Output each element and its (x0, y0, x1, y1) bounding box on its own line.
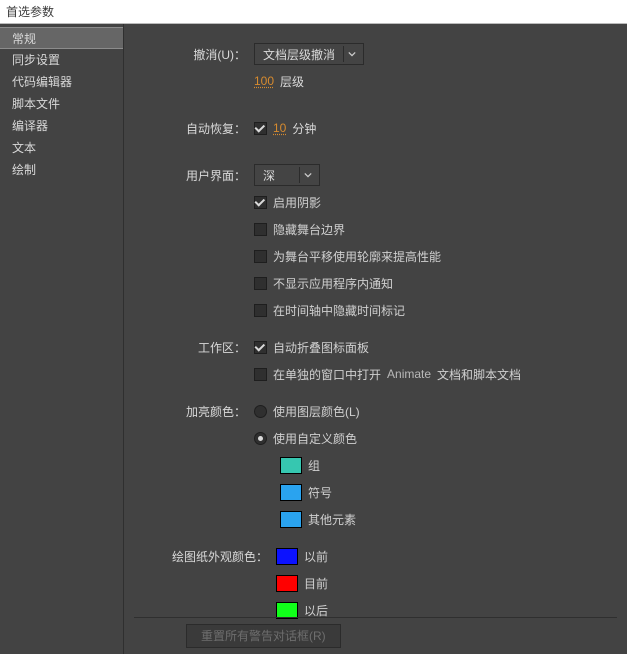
onion-label: 绘图纸外观颜色： (134, 548, 276, 565)
sidebar-item-text[interactable]: 文本 (0, 137, 123, 159)
highlight-swatch-label: 其他元素 (308, 511, 356, 528)
ui-opt-label: 隐藏舞台边界 (273, 221, 345, 238)
chevron-down-icon (299, 167, 315, 183)
undo-levels-unit: 层级 (280, 73, 304, 90)
onion-swatch-before[interactable] (276, 548, 298, 565)
undo-levels-input[interactable]: 100 (254, 74, 274, 88)
ui-opt-hide-stage-border-checkbox[interactable] (254, 223, 267, 236)
ui-opt-label: 在时间轴中隐藏时间标记 (273, 302, 405, 319)
auto-recovery-checkbox[interactable] (254, 122, 267, 135)
auto-recovery-unit: 分钟 (292, 120, 316, 137)
sidebar-item-label: 同步设置 (12, 53, 60, 67)
sidebar-item-code-editor[interactable]: 代码编辑器 (0, 71, 123, 93)
onion-swatch-label: 目前 (304, 575, 328, 592)
ui-label: 用户界面： (134, 167, 254, 184)
ui-opt-hide-time-marks-checkbox[interactable] (254, 304, 267, 317)
divider (134, 617, 617, 618)
highlight-swatch-other[interactable] (280, 511, 302, 528)
ui-opt-label: 为舞台平移使用轮廓来提高性能 (273, 248, 441, 265)
ui-theme-value: 深 (263, 167, 275, 184)
workspace-opt-suffix: 文档和脚本文档 (437, 366, 521, 383)
ui-opt-shadow-checkbox[interactable] (254, 196, 267, 209)
auto-recovery-input[interactable]: 10 (273, 121, 286, 135)
sidebar: 常规 同步设置 代码编辑器 脚本文件 编译器 文本 绘制 (0, 24, 124, 654)
chevron-down-icon (343, 46, 359, 62)
preferences-window: 首选参数 常规 同步设置 代码编辑器 脚本文件 编译器 文本 绘制 撤消(U)：… (0, 0, 627, 654)
window-title: 首选参数 (0, 0, 627, 24)
onion-swatch-current[interactable] (276, 575, 298, 592)
undo-select-value: 文档层级撤消 (263, 46, 335, 63)
workspace-opt-app: Animate (387, 367, 431, 381)
workspace-opt-prefix: 在单独的窗口中打开 (273, 366, 381, 383)
ui-opt-hide-notifications-checkbox[interactable] (254, 277, 267, 290)
highlight-swatch-label: 符号 (308, 484, 332, 501)
highlight-swatch-symbol[interactable] (280, 484, 302, 501)
sidebar-item-sync[interactable]: 同步设置 (0, 49, 123, 71)
onion-swatch-label: 以前 (304, 548, 328, 565)
reset-warnings-button[interactable]: 重置所有警告对话框(R) (186, 624, 341, 648)
undo-label: 撤消(U)： (134, 46, 254, 63)
ui-theme-select[interactable]: 深 (254, 164, 320, 186)
workspace-opt-label: 自动折叠图标面板 (273, 339, 369, 356)
onion-swatch-label: 以后 (304, 602, 328, 619)
window-body: 常规 同步设置 代码编辑器 脚本文件 编译器 文本 绘制 撤消(U)： 文档层级… (0, 24, 627, 654)
sidebar-item-label: 常规 (12, 32, 36, 46)
sidebar-item-general[interactable]: 常规 (0, 27, 123, 49)
highlight-layer-color-radio[interactable] (254, 405, 267, 418)
sidebar-item-label: 绘制 (12, 163, 36, 177)
sidebar-item-label: 文本 (12, 141, 36, 155)
ui-opt-label: 启用阴影 (273, 194, 321, 211)
sidebar-item-label: 编译器 (12, 119, 48, 133)
highlight-custom-color-radio[interactable] (254, 432, 267, 445)
sidebar-item-label: 代码编辑器 (12, 75, 72, 89)
highlight-swatch-group[interactable] (280, 457, 302, 474)
sidebar-item-script-files[interactable]: 脚本文件 (0, 93, 123, 115)
workspace-separate-window-checkbox[interactable] (254, 368, 267, 381)
auto-recovery-label: 自动恢复： (134, 120, 254, 137)
sidebar-item-label: 脚本文件 (12, 97, 60, 111)
general-panel: 撤消(U)： 文档层级撤消 100 层级 自动恢复： (124, 24, 627, 654)
sidebar-item-compiler[interactable]: 编译器 (0, 115, 123, 137)
highlight-label: 加亮颜色： (134, 403, 254, 420)
sidebar-item-drawing[interactable]: 绘制 (0, 159, 123, 181)
workspace-collapse-checkbox[interactable] (254, 341, 267, 354)
highlight-swatch-label: 组 (308, 457, 320, 474)
workspace-label: 工作区： (134, 339, 254, 356)
undo-select[interactable]: 文档层级撤消 (254, 43, 364, 65)
ui-opt-label: 不显示应用程序内通知 (273, 275, 393, 292)
highlight-radio-label: 使用自定义颜色 (273, 430, 357, 447)
onion-swatch-after[interactable] (276, 602, 298, 619)
ui-opt-outline-pan-checkbox[interactable] (254, 250, 267, 263)
highlight-radio-label: 使用图层颜色(L) (273, 403, 360, 420)
